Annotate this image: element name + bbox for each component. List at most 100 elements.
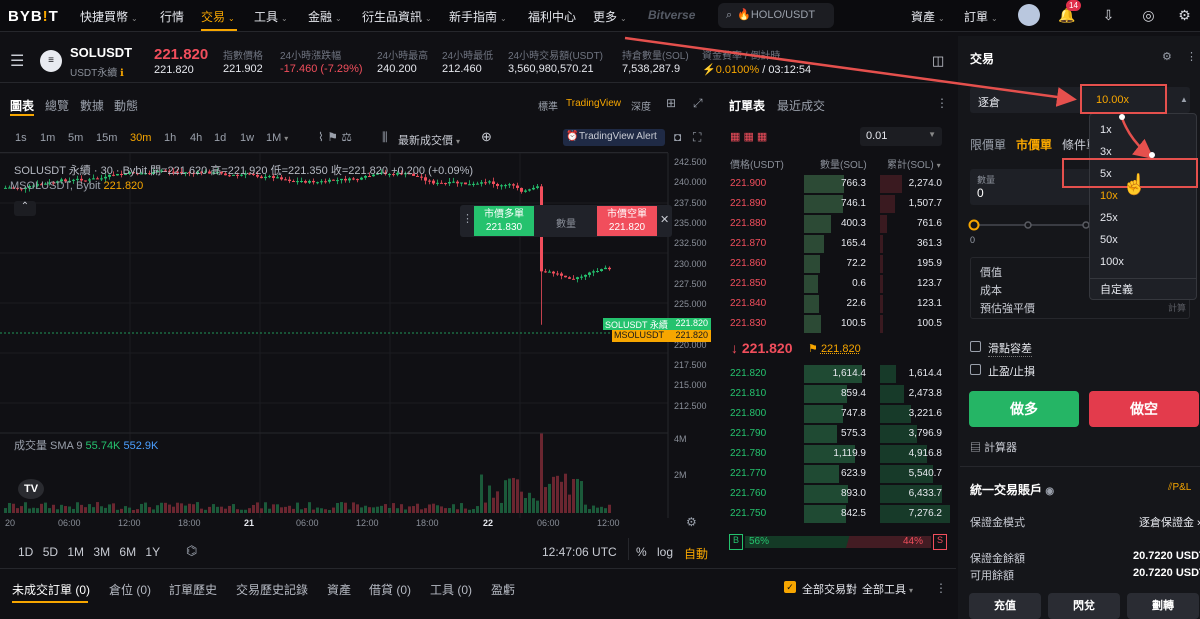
all-tools-select[interactable]: 全部工具 ▾ (862, 581, 913, 597)
range-5d[interactable]: 5D (43, 545, 58, 559)
ask-row[interactable]: 221.850 0.6 123.7 (724, 274, 950, 294)
settings-icon[interactable]: ⚙ (1176, 7, 1193, 24)
convert-button[interactable]: 閃兌 (1048, 593, 1120, 619)
all-pairs-checkbox[interactable]: ✓ (784, 581, 796, 593)
camera-icon[interactable]: ◘ (674, 130, 681, 144)
nav-bitverse[interactable]: Bitverse (648, 8, 695, 22)
range-3m[interactable]: 3M (93, 545, 110, 559)
tab-assets[interactable]: 資產 (327, 581, 351, 598)
range-1y[interactable]: 1Y (145, 545, 160, 559)
short-button[interactable]: 做空 (1089, 391, 1199, 427)
nav-assets[interactable]: 資產 ⌄ (911, 8, 945, 25)
range-6m[interactable]: 6M (119, 545, 136, 559)
ask-row[interactable]: 221.900 766.3 2,274.0 (724, 174, 950, 194)
bid-row[interactable]: 221.820 1,614.4 1,614.4 (724, 364, 950, 384)
nav-trade[interactable]: 交易 ⌄ (201, 8, 235, 25)
percent-toggle[interactable]: % (636, 545, 647, 559)
nav-markets[interactable]: 行情 (160, 8, 184, 25)
leverage-option-100x[interactable]: 100x (1100, 256, 1124, 268)
leverage-option-25x[interactable]: 25x (1100, 212, 1118, 224)
layout-icon[interactable]: ◫ (932, 53, 944, 69)
tab-overview[interactable]: 總覽 (45, 97, 69, 114)
pnl-link[interactable]: ⫽P&L (1168, 482, 1191, 493)
leverage-option-3x[interactable]: 3x (1100, 146, 1112, 158)
grid-layout-icon[interactable]: ⊞ (666, 96, 676, 110)
tab-orderbook[interactable]: 訂單表 (729, 97, 765, 114)
tf-1m[interactable]: 1m (40, 132, 55, 144)
leverage-option-10x[interactable]: 10x (1100, 190, 1118, 202)
tf-4h[interactable]: 4h (190, 132, 202, 144)
nav-orders[interactable]: 訂單 ⌄ (964, 8, 998, 25)
margin-mode-select[interactable]: 逐倉 (978, 94, 1000, 110)
market-sell-button[interactable]: 市價空單 221.820 (597, 206, 657, 236)
chart-mode-tradingview[interactable]: TradingView (566, 98, 621, 109)
tf-30m[interactable]: 30m (130, 132, 151, 144)
bottom-more-icon[interactable]: ⋮ (935, 581, 947, 595)
indicator-icon[interactable]: ⌇ ⚑ ⚖ (318, 130, 352, 144)
bybit-logo[interactable]: BYB!T (8, 8, 59, 25)
calculator-link[interactable]: ▤ 計算器 (970, 439, 1017, 455)
leverage-option-50x[interactable]: 50x (1100, 234, 1118, 246)
trade-more-icon[interactable]: ⋮ (1186, 50, 1197, 63)
bid-row[interactable]: 221.800 747.8 3,221.6 (724, 404, 950, 424)
slippage-checkbox[interactable] (970, 341, 981, 352)
ask-row[interactable]: 221.830 100.5 100.5 (724, 314, 950, 334)
avatar[interactable] (1018, 4, 1040, 26)
chart-settings-icon[interactable]: ⚙ (686, 515, 697, 529)
expand-icon[interactable]: ⛶ (693, 130, 701, 145)
nav-derivatives-info[interactable]: 衍生品資訊 ⌄ (362, 8, 432, 25)
tab-positions[interactable]: 倉位 (0) (109, 581, 151, 598)
tab-trade-history[interactable]: 交易歷史記錄 (236, 581, 308, 598)
tf-1M[interactable]: 1M ▾ (266, 132, 288, 144)
tab-market[interactable]: 市價單 (1016, 136, 1052, 153)
qty-slider[interactable] (968, 218, 1090, 232)
bid-row[interactable]: 221.760 893.0 6,433.7 (724, 484, 950, 504)
bid-row[interactable]: 221.790 575.3 3,796.9 (724, 424, 950, 444)
download-icon[interactable]: ⇩ (1100, 7, 1117, 24)
orderbook-more-icon[interactable]: ⋮ (936, 96, 948, 110)
tab-recent-trades[interactable]: 最近成交 (777, 97, 825, 114)
transfer-button[interactable]: 劃轉 (1127, 593, 1199, 619)
ob-view-icons[interactable]: ▦ ▦ ▦ (730, 130, 767, 143)
nav-beginner-guide[interactable]: 新手指南 ⌄ (449, 8, 507, 25)
chart-type-icon[interactable]: ⫼ (382, 130, 388, 145)
drag-handle-icon[interactable]: ⋮ (462, 212, 473, 225)
tf-1w[interactable]: 1w (240, 132, 254, 144)
date-range-icon[interactable]: ⌬ (186, 543, 197, 559)
tab-feed[interactable]: 動態 (114, 97, 138, 114)
fullscreen-icon[interactable]: ⤢ (693, 96, 703, 111)
tf-1d[interactable]: 1d (214, 132, 226, 144)
ask-row[interactable]: 221.860 72.2 195.9 (724, 254, 950, 274)
tab-limit[interactable]: 限價單 (970, 136, 1006, 153)
range-1d[interactable]: 1D (18, 545, 33, 559)
symbol-name[interactable]: SOLUSDT (70, 45, 132, 60)
leverage-option-custom[interactable]: 自定義 (1100, 281, 1133, 297)
latest-price-select[interactable]: 最新成交價 ▾ (398, 132, 460, 148)
tab-open-orders[interactable]: 未成交訂單 (0) (12, 581, 90, 598)
nav-quick-buy[interactable]: 快捷買幣 ⌄ (80, 8, 138, 25)
nav-more[interactable]: 更多 ⌄ (593, 8, 627, 25)
menu-icon[interactable]: ☰ (10, 51, 24, 71)
ask-row[interactable]: 221.870 165.4 361.3 (724, 234, 950, 254)
bid-row[interactable]: 221.810 859.4 2,473.8 (724, 384, 950, 404)
leverage-option-1x[interactable]: 1x (1100, 124, 1112, 136)
market-buy-button[interactable]: 市價多單 221.830 (474, 206, 534, 236)
log-toggle[interactable]: log (657, 545, 673, 559)
tf-1s[interactable]: 1s (15, 132, 27, 144)
collapse-legend-button[interactable]: ⌃ (14, 201, 36, 216)
tf-15m[interactable]: 15m (96, 132, 117, 144)
tab-tools[interactable]: 工具 (0) (430, 581, 472, 598)
search-input[interactable]: ⌕ 🔥HOLO/USDT (718, 3, 834, 28)
tab-data[interactable]: 數據 (80, 97, 104, 114)
auto-toggle[interactable]: 自動 (684, 545, 708, 562)
trade-settings-icon[interactable]: ⚙ (1162, 50, 1172, 63)
bid-row[interactable]: 221.770 623.9 5,540.7 (724, 464, 950, 484)
ask-row[interactable]: 221.890 746.1 1,507.7 (724, 194, 950, 214)
ask-row[interactable]: 221.840 22.6 123.1 (724, 294, 950, 314)
chart-mode-depth[interactable]: 深度 (631, 98, 651, 113)
tab-chart[interactable]: 圖表 (10, 97, 34, 114)
close-icon[interactable]: ✕ (660, 213, 669, 226)
tf-1h[interactable]: 1h (164, 132, 176, 144)
long-button[interactable]: 做多 (969, 391, 1079, 427)
range-1m[interactable]: 1M (67, 545, 84, 559)
